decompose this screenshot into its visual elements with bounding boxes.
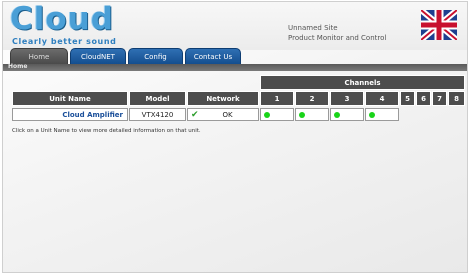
app-window: Cloud Clearly better sound Unnamed Site … [2,1,468,273]
network-cell: ✔ OK [187,108,259,121]
channels-header: Channels [260,75,465,90]
breadcrumb-bar [3,64,467,71]
logo-tagline: Clearly better sound [12,37,117,46]
col-channel-1: 1 [260,91,294,106]
nav-tabs: Home CloudNET Config Contact Us [3,48,467,64]
col-channel-6: 6 [416,91,431,106]
unit-model: VTX4120 [129,108,186,121]
unit-name-link[interactable]: Cloud Amplifier [12,108,128,121]
logo-wordmark: Cloud [10,1,114,37]
col-model: Model [129,91,186,106]
col-channel-8: 8 [448,91,465,106]
channel-on-indicator [299,111,305,118]
channel-2-status[interactable] [295,108,329,121]
site-name: Unnamed Site [288,24,338,32]
cloud-logo[interactable]: Cloud Clearly better sound [10,2,116,47]
network-status: OK [222,110,233,119]
tab-cloudnet[interactable]: CloudNET [70,48,126,64]
uk-flag-icon[interactable] [421,10,457,40]
breadcrumb: Home [8,63,28,70]
col-channel-4: 4 [365,91,399,106]
channel-4-status[interactable] [365,108,399,121]
channel-3-status[interactable] [330,108,364,121]
tab-contact-us[interactable]: Contact Us [185,48,241,64]
tab-config[interactable]: Config [128,48,183,64]
col-channel-7: 7 [432,91,447,106]
col-channel-2: 2 [295,91,329,106]
col-unit-name: Unit Name [12,91,128,106]
col-channel-3: 3 [330,91,364,106]
tab-home[interactable]: Home [10,48,68,64]
channel-on-indicator [334,111,340,118]
help-note: Click on a Unit Name to view more detail… [12,128,201,134]
header: Cloud Clearly better sound Unnamed Site … [3,2,467,50]
col-channel-5: 5 [400,91,415,106]
channel-on-indicator [264,111,270,118]
check-icon: ✔ [191,109,199,120]
site-subtitle: Product Monitor and Control [288,34,387,42]
channel-1-status[interactable] [260,108,294,121]
col-network: Network [187,91,259,106]
channel-on-indicator [369,111,375,118]
